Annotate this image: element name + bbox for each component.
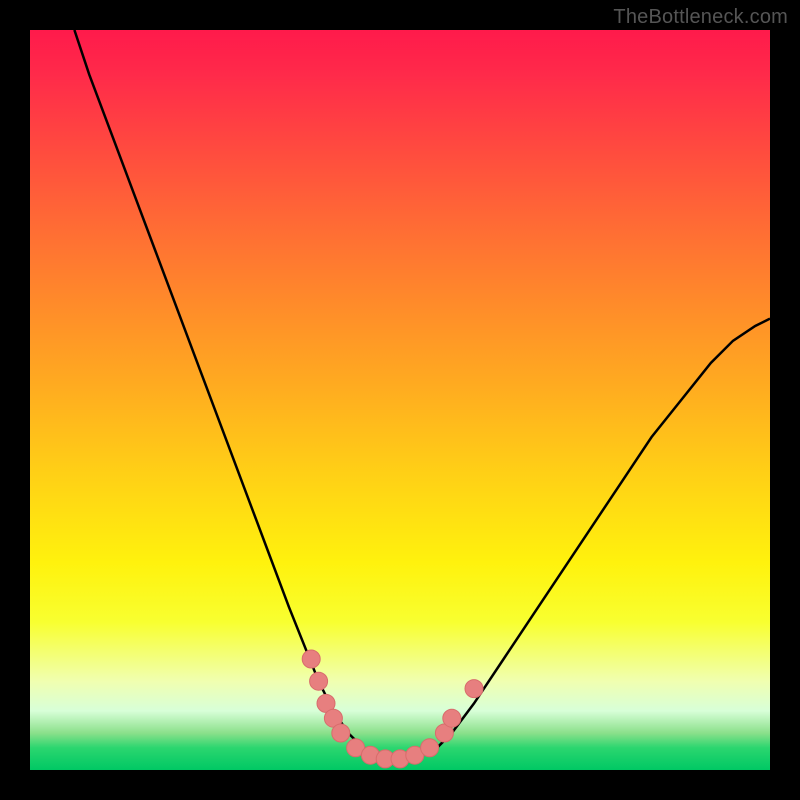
valley-marker xyxy=(310,672,328,690)
curve-svg xyxy=(30,30,770,770)
valley-marker xyxy=(443,709,461,727)
bottleneck-curve xyxy=(74,30,770,759)
valley-marker xyxy=(421,739,439,757)
plot-area xyxy=(30,30,770,770)
valley-marker xyxy=(332,724,350,742)
valley-marker xyxy=(465,680,483,698)
valley-marker xyxy=(302,650,320,668)
valley-markers xyxy=(302,650,483,768)
chart-frame: TheBottleneck.com xyxy=(0,0,800,800)
watermark-text: TheBottleneck.com xyxy=(613,6,788,29)
